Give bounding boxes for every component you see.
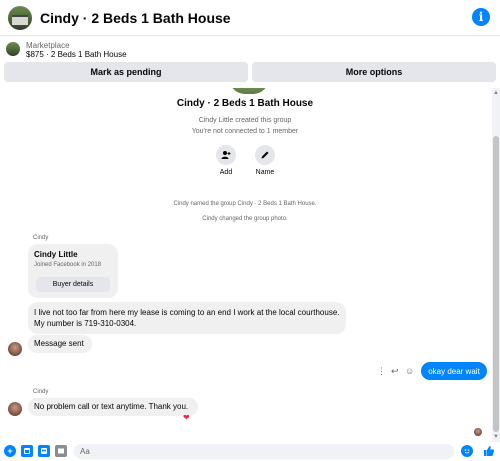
listing-thumbnail[interactable]: [6, 42, 20, 56]
group-created-text: Cindy Little created this group: [198, 117, 292, 124]
profile-card: Cindy Little Joined Facebook in 2018 Buy…: [28, 244, 118, 298]
marketplace-label: Marketplace: [26, 41, 70, 50]
message-input[interactable]: [74, 444, 454, 459]
avatar[interactable]: [8, 342, 22, 356]
info-icon[interactable]: i: [472, 8, 490, 26]
message-composer: +: [0, 442, 500, 461]
group-avatar[interactable]: [8, 5, 32, 30]
listing-price-title[interactable]: $875 · 2 Beds 1 Bath House: [26, 50, 127, 59]
name-label: Name: [255, 169, 275, 176]
add-label: Add: [219, 169, 233, 176]
sticker-icon[interactable]: [21, 445, 33, 457]
scrollbar[interactable]: ▲ ▼: [492, 88, 500, 442]
add-person-icon[interactable]: [216, 145, 236, 165]
system-message: Cindy named the group Cindy · 2 Beds 1 B…: [173, 201, 317, 207]
conversation-area[interactable]: Cindy · 2 Beds 1 Bath House Cindy Little…: [0, 88, 500, 442]
more-icon[interactable]: ⋮: [377, 366, 386, 377]
profile-joined: Joined Facebook in 2018: [34, 262, 102, 268]
buyer-details-button[interactable]: Buyer details: [36, 277, 110, 292]
listing-actions: Mark as pending More options: [4, 62, 496, 82]
system-message: Cindy changed the group photo.: [202, 216, 288, 222]
mark-as-pending-button[interactable]: Mark as pending: [4, 62, 248, 82]
chat-header: Cindy · 2 Beds 1 Bath House i: [0, 0, 500, 36]
image-icon[interactable]: [55, 445, 67, 457]
more-options-button[interactable]: More options: [252, 62, 496, 82]
message-bubble[interactable]: Message sent: [28, 335, 92, 353]
marketplace-listing: Marketplace $875 · 2 Beds 1 Bath House M…: [0, 36, 500, 88]
scroll-down-icon[interactable]: ▼: [493, 434, 499, 440]
scroll-up-icon[interactable]: ▲: [493, 90, 499, 96]
chat-title[interactable]: Cindy · 2 Beds 1 Bath House: [40, 10, 231, 26]
sender-name: Cindy: [33, 389, 49, 395]
group-photo: [229, 88, 269, 94]
group-title: Cindy · 2 Beds 1 Bath House: [176, 98, 314, 109]
rename-group-action[interactable]: Name: [250, 145, 280, 176]
message-bubble[interactable]: I live not too far from here my lease is…: [28, 302, 346, 334]
group-connection-text: You're not connected to 1 member: [191, 128, 299, 135]
gif-icon[interactable]: [38, 445, 50, 457]
avatar[interactable]: [8, 402, 22, 416]
seen-receipt-avatar: [474, 428, 482, 436]
message-bubble[interactable]: No problem call or text anytime. Thank y…: [28, 398, 198, 416]
outgoing-message-bubble[interactable]: okay dear wait: [421, 362, 487, 380]
thumbs-up-icon[interactable]: [483, 445, 495, 457]
sender-name: Cindy: [33, 235, 49, 241]
scrollbar-thumb[interactable]: [493, 136, 499, 432]
add-member-action[interactable]: Add: [211, 145, 241, 176]
emoji-icon[interactable]: [461, 445, 473, 457]
heart-reaction-icon[interactable]: ❤: [183, 414, 191, 422]
profile-name[interactable]: Cindy Little: [34, 250, 78, 259]
smile-icon[interactable]: ☺: [405, 366, 414, 376]
reply-icon[interactable]: ↩: [391, 366, 399, 377]
pencil-icon[interactable]: [255, 145, 275, 165]
plus-icon[interactable]: +: [4, 445, 16, 457]
